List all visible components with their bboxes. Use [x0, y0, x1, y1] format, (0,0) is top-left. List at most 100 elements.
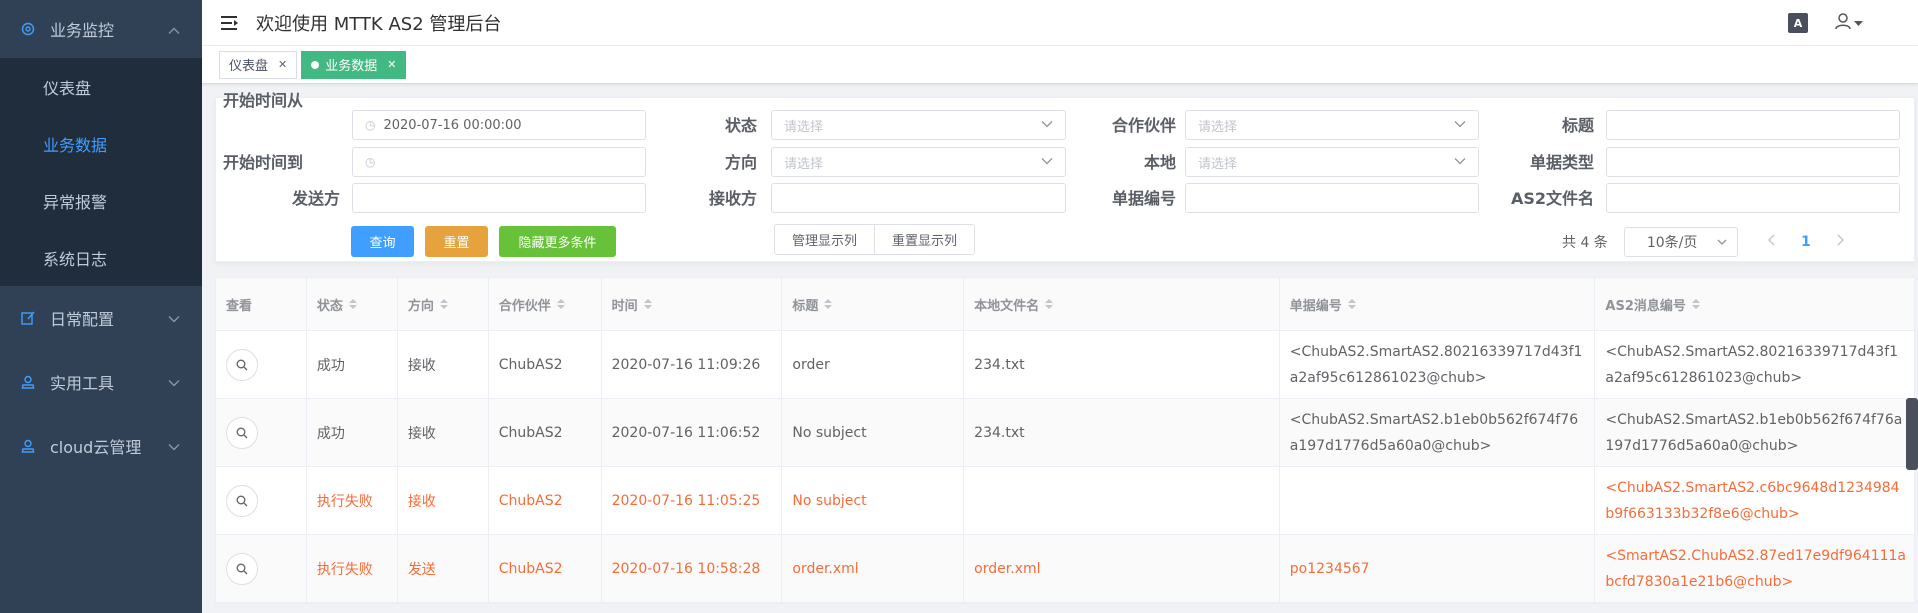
sort-icon[interactable]: [1691, 298, 1700, 310]
label-start-to: 开始时间到: [222, 153, 303, 172]
doc-type-field[interactable]: [1606, 147, 1900, 177]
sort-icon[interactable]: [1347, 298, 1356, 310]
cell-time: 2020-07-16 10:58:28: [601, 535, 783, 602]
close-icon[interactable]: ✕: [278, 58, 287, 71]
header-col-local-file[interactable]: 本地文件名: [964, 278, 1280, 330]
cell-partner: ChubAS2: [489, 467, 602, 534]
header-col-as2-msg[interactable]: AS2消息编号: [1595, 278, 1915, 330]
cell-time: 2020-07-16 11:06:52: [601, 399, 783, 466]
reset-columns-button[interactable]: 重置显示列: [874, 225, 975, 254]
label-doc-no: 单据编号: [1111, 189, 1176, 208]
query-button[interactable]: 查询: [351, 226, 414, 257]
cell-title: order.xml: [782, 535, 965, 602]
table-row[interactable]: 执行失败 发送 ChubAS2 2020-07-16 10:58:28 order.xm…: [216, 535, 1915, 603]
scrollbar-thumb[interactable]: [1906, 398, 1918, 470]
table-row[interactable]: 成功 接收 ChubAS2 2020-07-16 11:09:26 order 234.t…: [216, 331, 1914, 399]
cell-value: ChubAS2: [498, 424, 563, 441]
hamburger-icon[interactable]: [220, 13, 240, 33]
tag-business-data[interactable]: 业务数据 ✕: [301, 50, 407, 79]
cell-partner: ChubAS2: [489, 331, 602, 398]
header-col-partner[interactable]: 合作伙伴: [488, 278, 602, 330]
page-number-current[interactable]: 1: [1786, 234, 1826, 250]
sidebar-item-system-log[interactable]: 系统日志: [0, 229, 202, 286]
tags-view: 仪表盘 ✕ 业务数据 ✕: [202, 46, 1918, 84]
sidebar-item-dashboard[interactable]: 仪表盘: [0, 58, 202, 115]
search-icon[interactable]: [226, 552, 258, 585]
search-icon[interactable]: [226, 348, 258, 381]
title-field[interactable]: [1606, 110, 1900, 140]
start-from-field[interactable]: ◷ 2020-07-16 00:00:00: [352, 110, 646, 140]
label-doc-type: 单据类型: [1529, 153, 1594, 172]
receiver-field[interactable]: [771, 183, 1066, 213]
next-page-icon[interactable]: [1826, 234, 1856, 250]
search-icon[interactable]: [226, 416, 258, 449]
header-col-direction[interactable]: 方向: [397, 278, 489, 330]
sidebar-group-daily-config[interactable]: 日常配置: [0, 286, 202, 350]
header-col-status[interactable]: 状态: [306, 278, 398, 330]
user-menu[interactable]: [1834, 12, 1863, 34]
table-row[interactable]: 执行失败 接收 ChubAS2 2020-07-16 11:05:25 No subje…: [216, 467, 1914, 535]
sidebar-item-business-data[interactable]: 业务数据: [0, 115, 202, 172]
sort-icon[interactable]: [643, 298, 652, 310]
cell-value: 2020-07-16 11:06:52: [611, 424, 761, 441]
cell-value: <ChubAS2.SmartAS2.b1eb0b562f674f76a197d1…: [1605, 411, 1903, 454]
reset-button[interactable]: 重置: [425, 226, 488, 257]
direction-select[interactable]: 请选择: [771, 147, 1066, 177]
cell-view: [216, 535, 307, 602]
cell-value: 2020-07-16 11:09:26: [611, 356, 761, 373]
cell-title: No subject: [782, 467, 965, 534]
cell-value: 234.txt: [974, 356, 1025, 373]
sidebar-submenu-monitoring: 仪表盘 业务数据 异常报警 系统日志: [0, 58, 202, 286]
cell-local-file: [964, 467, 1280, 534]
sidebar-group-monitoring[interactable]: 业务监控: [0, 0, 202, 58]
cell-status: 执行失败: [306, 535, 398, 602]
sidebar-group-cloud[interactable]: cloud云管理: [0, 414, 202, 478]
search-icon[interactable]: [226, 484, 258, 517]
data-table: 查看 状态 方向 合作伙伴 时间 标题 本地文件名 单据编号 AS2消息编号 成功 接收 ChubA…: [215, 277, 1915, 604]
header-col-doc-no[interactable]: 单据编号: [1279, 278, 1596, 330]
caret-down-icon: [1854, 15, 1863, 31]
language-icon[interactable]: A: [1788, 13, 1808, 33]
chevron-down-icon: [1454, 118, 1466, 133]
pagination: 共 4 条 10条/页 1: [1562, 227, 1856, 257]
cell-partner: ChubAS2: [488, 399, 602, 466]
header-col-title[interactable]: 标题: [782, 278, 965, 330]
prev-page-icon[interactable]: [1756, 234, 1786, 250]
cell-view: [216, 467, 307, 534]
sort-icon[interactable]: [348, 298, 357, 310]
status-select[interactable]: 请选择: [771, 110, 1066, 140]
start-to-field[interactable]: ◷: [352, 147, 646, 177]
table-row[interactable]: 成功 接收 ChubAS2 2020-07-16 11:06:52 No subject…: [216, 399, 1915, 467]
page-size-select[interactable]: 10条/页: [1623, 227, 1738, 257]
top-navbar: 欢迎使用 MTTK AS2 管理后台 A: [202, 0, 1918, 46]
local-select[interactable]: 请选择: [1185, 147, 1479, 177]
sidebar-item-alerts[interactable]: 异常报警: [0, 172, 202, 229]
label-title: 标题: [1561, 116, 1594, 135]
cell-value: order.xml: [792, 560, 859, 577]
hide-more-button[interactable]: 隐藏更多条件: [499, 226, 616, 257]
header-col-time[interactable]: 时间: [601, 278, 783, 330]
as2-filename-field[interactable]: [1606, 183, 1900, 213]
sort-icon[interactable]: [824, 298, 833, 310]
sort-icon[interactable]: [556, 298, 565, 310]
cell-value: No subject: [792, 424, 867, 441]
sidebar: 业务监控 仪表盘 业务数据 异常报警 系统日志 日常配置 实用工具 cloud云…: [0, 0, 202, 613]
cell-time: 2020-07-16 11:09:26: [602, 331, 783, 398]
sidebar-group-utilities[interactable]: 实用工具: [0, 350, 202, 414]
doc-no-field[interactable]: [1185, 183, 1479, 213]
cell-local-file: 234.txt: [964, 399, 1280, 466]
column-button-group: 管理显示列 重置显示列: [774, 224, 976, 255]
manage-columns-button[interactable]: 管理显示列: [775, 225, 875, 254]
cell-time: 2020-07-16 11:05:25: [602, 467, 783, 534]
tag-dashboard[interactable]: 仪表盘 ✕: [219, 50, 298, 79]
cell-value: 234.txt: [974, 424, 1025, 441]
sender-field[interactable]: [352, 183, 646, 213]
sort-icon[interactable]: [439, 298, 448, 310]
cell-value: 执行失败: [316, 493, 373, 510]
cell-value: 成功: [316, 425, 345, 442]
sort-icon[interactable]: [1045, 298, 1054, 310]
partner-select[interactable]: 请选择: [1185, 110, 1479, 140]
cell-value: <SmartAS2.ChubAS2.87ed17e9df964111abcfd7…: [1605, 547, 1907, 590]
close-icon[interactable]: ✕: [387, 58, 396, 71]
language-glyph: A: [1793, 16, 1803, 30]
